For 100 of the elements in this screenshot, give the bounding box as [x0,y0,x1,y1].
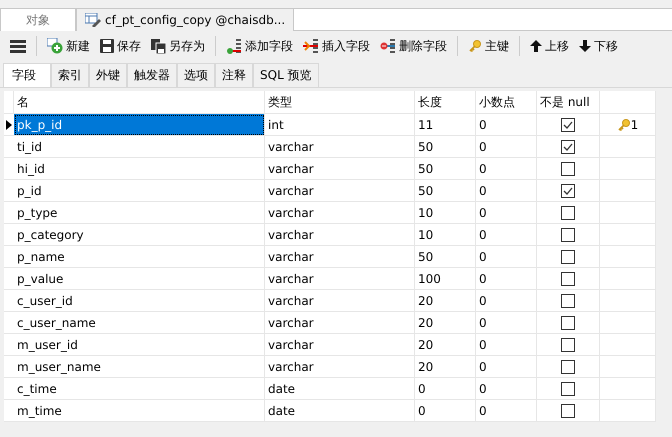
tab[interactable]: 索引 [51,63,89,87]
arrow-down-icon [579,40,591,52]
table-cell[interactable]: ti_id [14,136,265,158]
table-cell: 10 [415,224,476,246]
tab[interactable]: 选项 [177,63,215,87]
table-cell: varchar [265,334,415,356]
table-cell[interactable]: p_name [14,246,265,268]
table-cell[interactable]: p_value [14,268,265,290]
checkbox[interactable] [561,382,575,396]
table-cell: 20 [415,312,476,334]
checkbox[interactable] [561,118,575,132]
table-cell[interactable]: p_type [14,202,265,224]
table-cell[interactable]: p_category [14,224,265,246]
row-header [4,91,14,114]
tab[interactable]: 注释 [215,63,253,87]
table-cell: 100 [415,268,476,290]
table-cell: 11 [415,114,476,136]
table-cell: 0 [476,400,537,422]
table-cell: varchar [265,202,415,224]
table-cell: 0 [476,158,537,180]
checkbox[interactable] [561,272,575,286]
key-icon [616,118,631,132]
save-as-icon [151,38,166,54]
save-as-button[interactable]: 另存为 [147,36,209,56]
move-up-button[interactable]: 上移 [526,36,573,56]
add-table-icon [47,38,63,54]
key-icon [468,39,482,53]
table-cell: varchar [265,268,415,290]
add-field-icon [226,38,242,54]
checkbox[interactable] [561,206,575,220]
insert-field-button[interactable]: 插入字段 [299,36,374,56]
table-cell[interactable]: pk_p_id [14,114,265,136]
table-cell[interactable]: m_time [14,400,265,422]
table-cell: varchar [265,158,415,180]
menu-icon [10,40,26,52]
table-cell: varchar [265,136,415,158]
checkbox[interactable] [561,184,575,198]
checkbox[interactable] [561,404,575,418]
table-cell: 0 [415,400,476,422]
checkbox[interactable] [561,250,575,264]
save-icon [100,39,114,53]
table-cell: varchar [265,312,415,334]
table-cell: 0 [476,202,537,224]
primary-key-button[interactable]: 主键 [464,36,513,56]
document-tab[interactable]: cf_pt_config_copy @chaisdb... [76,8,294,31]
table-cell: 0 [476,312,537,334]
table-cell: varchar [265,180,415,202]
table-cell[interactable]: p_id [14,180,265,202]
checkbox[interactable] [561,294,575,308]
table-cell: 0 [476,290,537,312]
save-button[interactable]: 保存 [96,36,145,56]
column-header: 不是 null [537,91,600,114]
tab[interactable]: SQL 预览 [253,63,319,87]
table-cell[interactable]: c_user_id [14,290,265,312]
table-cell[interactable]: hi_id [14,158,265,180]
table-cell[interactable]: c_user_name [14,312,265,334]
table-cell: 0 [476,268,537,290]
table-cell: 20 [415,356,476,378]
table-cell: 0 [415,378,476,400]
checkbox[interactable] [561,162,575,176]
table-cell: date [265,378,415,400]
document-tab[interactable]: 对象 [0,8,76,31]
table-cell: 20 [415,290,476,312]
table-cell: 0 [476,114,537,136]
checkbox[interactable] [561,316,575,330]
table-cell: 0 [476,356,537,378]
table-cell: int [265,114,415,136]
column-header: 长度 [415,91,476,114]
delete-field-button[interactable]: 删除字段 [376,36,451,56]
current-row-icon [6,120,12,130]
table-cell: 0 [476,378,537,400]
checkbox[interactable] [561,360,575,374]
column-header: 小数点 [476,91,537,114]
checkbox[interactable] [561,140,575,154]
tab[interactable]: 触发器 [127,63,177,87]
table-cell: 0 [476,246,537,268]
table-cell: 50 [415,158,476,180]
table-cell[interactable]: m_user_id [14,334,265,356]
table-cell: 0 [476,180,537,202]
tab[interactable]: 外键 [89,63,127,87]
insert-field-icon [303,38,319,54]
delete-field-icon [380,38,396,54]
checkbox[interactable] [561,228,575,242]
move-down-button[interactable]: 下移 [575,36,622,56]
key-order: 1 [630,118,638,132]
tab[interactable]: 字段 [3,63,51,87]
table-cell: 10 [415,202,476,224]
table-cell: 0 [476,136,537,158]
table-cell: 0 [476,334,537,356]
new-button[interactable]: 新建 [43,36,94,56]
table-cell: 0 [476,224,537,246]
table-cell: 20 [415,334,476,356]
checkbox[interactable] [561,338,575,352]
table-cell[interactable]: m_user_name [14,356,265,378]
arrow-up-icon [530,40,542,52]
table-cell[interactable]: c_time [14,378,265,400]
add-field-button[interactable]: 添加字段 [222,36,297,56]
table-cell: varchar [265,290,415,312]
table-cell: varchar [265,356,415,378]
column-header: 类型 [265,91,415,114]
